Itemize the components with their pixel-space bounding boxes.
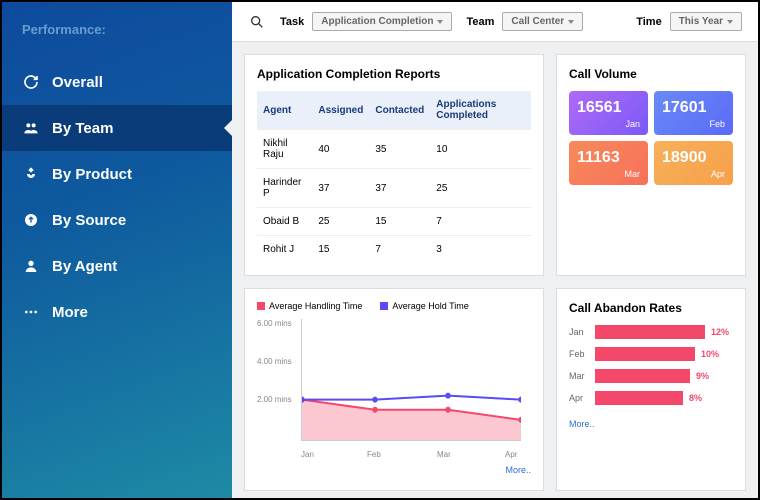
product-icon <box>22 165 40 183</box>
time-dropdown[interactable]: This Year <box>670 12 742 31</box>
abandon-row: Apr8% <box>569 391 733 405</box>
legend-swatch-a <box>257 302 265 310</box>
topbar: Task Application Completion Team Call Ce… <box>232 2 758 42</box>
time-label: Time <box>636 16 661 28</box>
sidebar-item-label: By Product <box>52 166 132 183</box>
col-completed[interactable]: Applications Completed <box>430 91 531 130</box>
abandon-row: Jan12% <box>569 325 733 339</box>
abandon-row: Mar9% <box>569 369 733 383</box>
sidebar-item-overall[interactable]: Overall <box>22 59 232 105</box>
search-icon[interactable] <box>248 13 266 31</box>
sidebar-item-by-team[interactable]: By Team <box>2 105 232 151</box>
user-icon <box>22 257 40 275</box>
volume-card: Call Volume 16561Jan17601Feb11163Mar1890… <box>556 54 746 276</box>
chevron-down-icon <box>437 20 443 24</box>
chart-legend: Average Handling Time Average Hold Time <box>257 301 531 311</box>
abandon-card: Call Abandon Rates Jan12% Feb10% Mar9% Apr8… <box>556 288 746 491</box>
sidebar-item-by-source[interactable]: By Source <box>22 197 232 243</box>
sidebar-item-label: By Source <box>52 212 126 229</box>
table-row[interactable]: Rohit J1573 <box>257 236 531 264</box>
sidebar-item-label: Overall <box>52 74 103 91</box>
table-row[interactable]: Harinder P373725 <box>257 169 531 208</box>
col-contacted[interactable]: Contacted <box>369 91 430 130</box>
sidebar-item-by-agent[interactable]: By Agent <box>22 243 232 289</box>
col-assigned[interactable]: Assigned <box>312 91 369 130</box>
task-label: Task <box>280 16 304 28</box>
refresh-icon <box>22 73 40 91</box>
share-icon <box>22 211 40 229</box>
col-agent[interactable]: Agent <box>257 91 312 130</box>
abandon-row: Feb10% <box>569 347 733 361</box>
table-row[interactable]: Obaid B25157 <box>257 208 531 236</box>
chevron-down-icon <box>727 20 733 24</box>
card-title: Call Abandon Rates <box>569 301 733 315</box>
volume-tile[interactable]: 16561Jan <box>569 91 648 135</box>
sidebar: Performance: Overall By Team By Product … <box>2 2 232 498</box>
time-chart-card: Average Handling Time Average Hold Time … <box>244 288 544 491</box>
line-chart: 6.00 mins 4.00 mins 2.00 mins Jan Feb Ma… <box>257 319 531 459</box>
card-title: Call Volume <box>569 67 733 81</box>
more-link[interactable]: More.. <box>505 465 531 475</box>
reports-table: Agent Assigned Contacted Applications Co… <box>257 91 531 263</box>
team-dropdown[interactable]: Call Center <box>502 12 583 31</box>
volume-tile[interactable]: 11163Mar <box>569 141 648 185</box>
volume-tile[interactable]: 18900Apr <box>654 141 733 185</box>
card-title: Application Completion Reports <box>257 67 531 81</box>
chevron-down-icon <box>568 20 574 24</box>
legend-swatch-b <box>380 302 388 310</box>
more-link[interactable]: More.. <box>569 419 595 429</box>
table-row[interactable]: Nikhil Raju403510 <box>257 130 531 169</box>
sidebar-title: Performance: <box>22 22 232 37</box>
main: Task Application Completion Team Call Ce… <box>232 2 758 498</box>
task-dropdown[interactable]: Application Completion <box>312 12 452 31</box>
volume-tile[interactable]: 17601Feb <box>654 91 733 135</box>
sidebar-item-by-product[interactable]: By Product <box>22 151 232 197</box>
team-icon <box>22 119 40 137</box>
team-label: Team <box>466 16 494 28</box>
more-icon <box>22 303 40 321</box>
sidebar-item-label: More <box>52 304 88 321</box>
sidebar-item-label: By Team <box>52 120 113 137</box>
sidebar-item-more[interactable]: More <box>22 289 232 335</box>
sidebar-item-label: By Agent <box>52 258 117 275</box>
reports-card: Application Completion Reports Agent Ass… <box>244 54 544 276</box>
